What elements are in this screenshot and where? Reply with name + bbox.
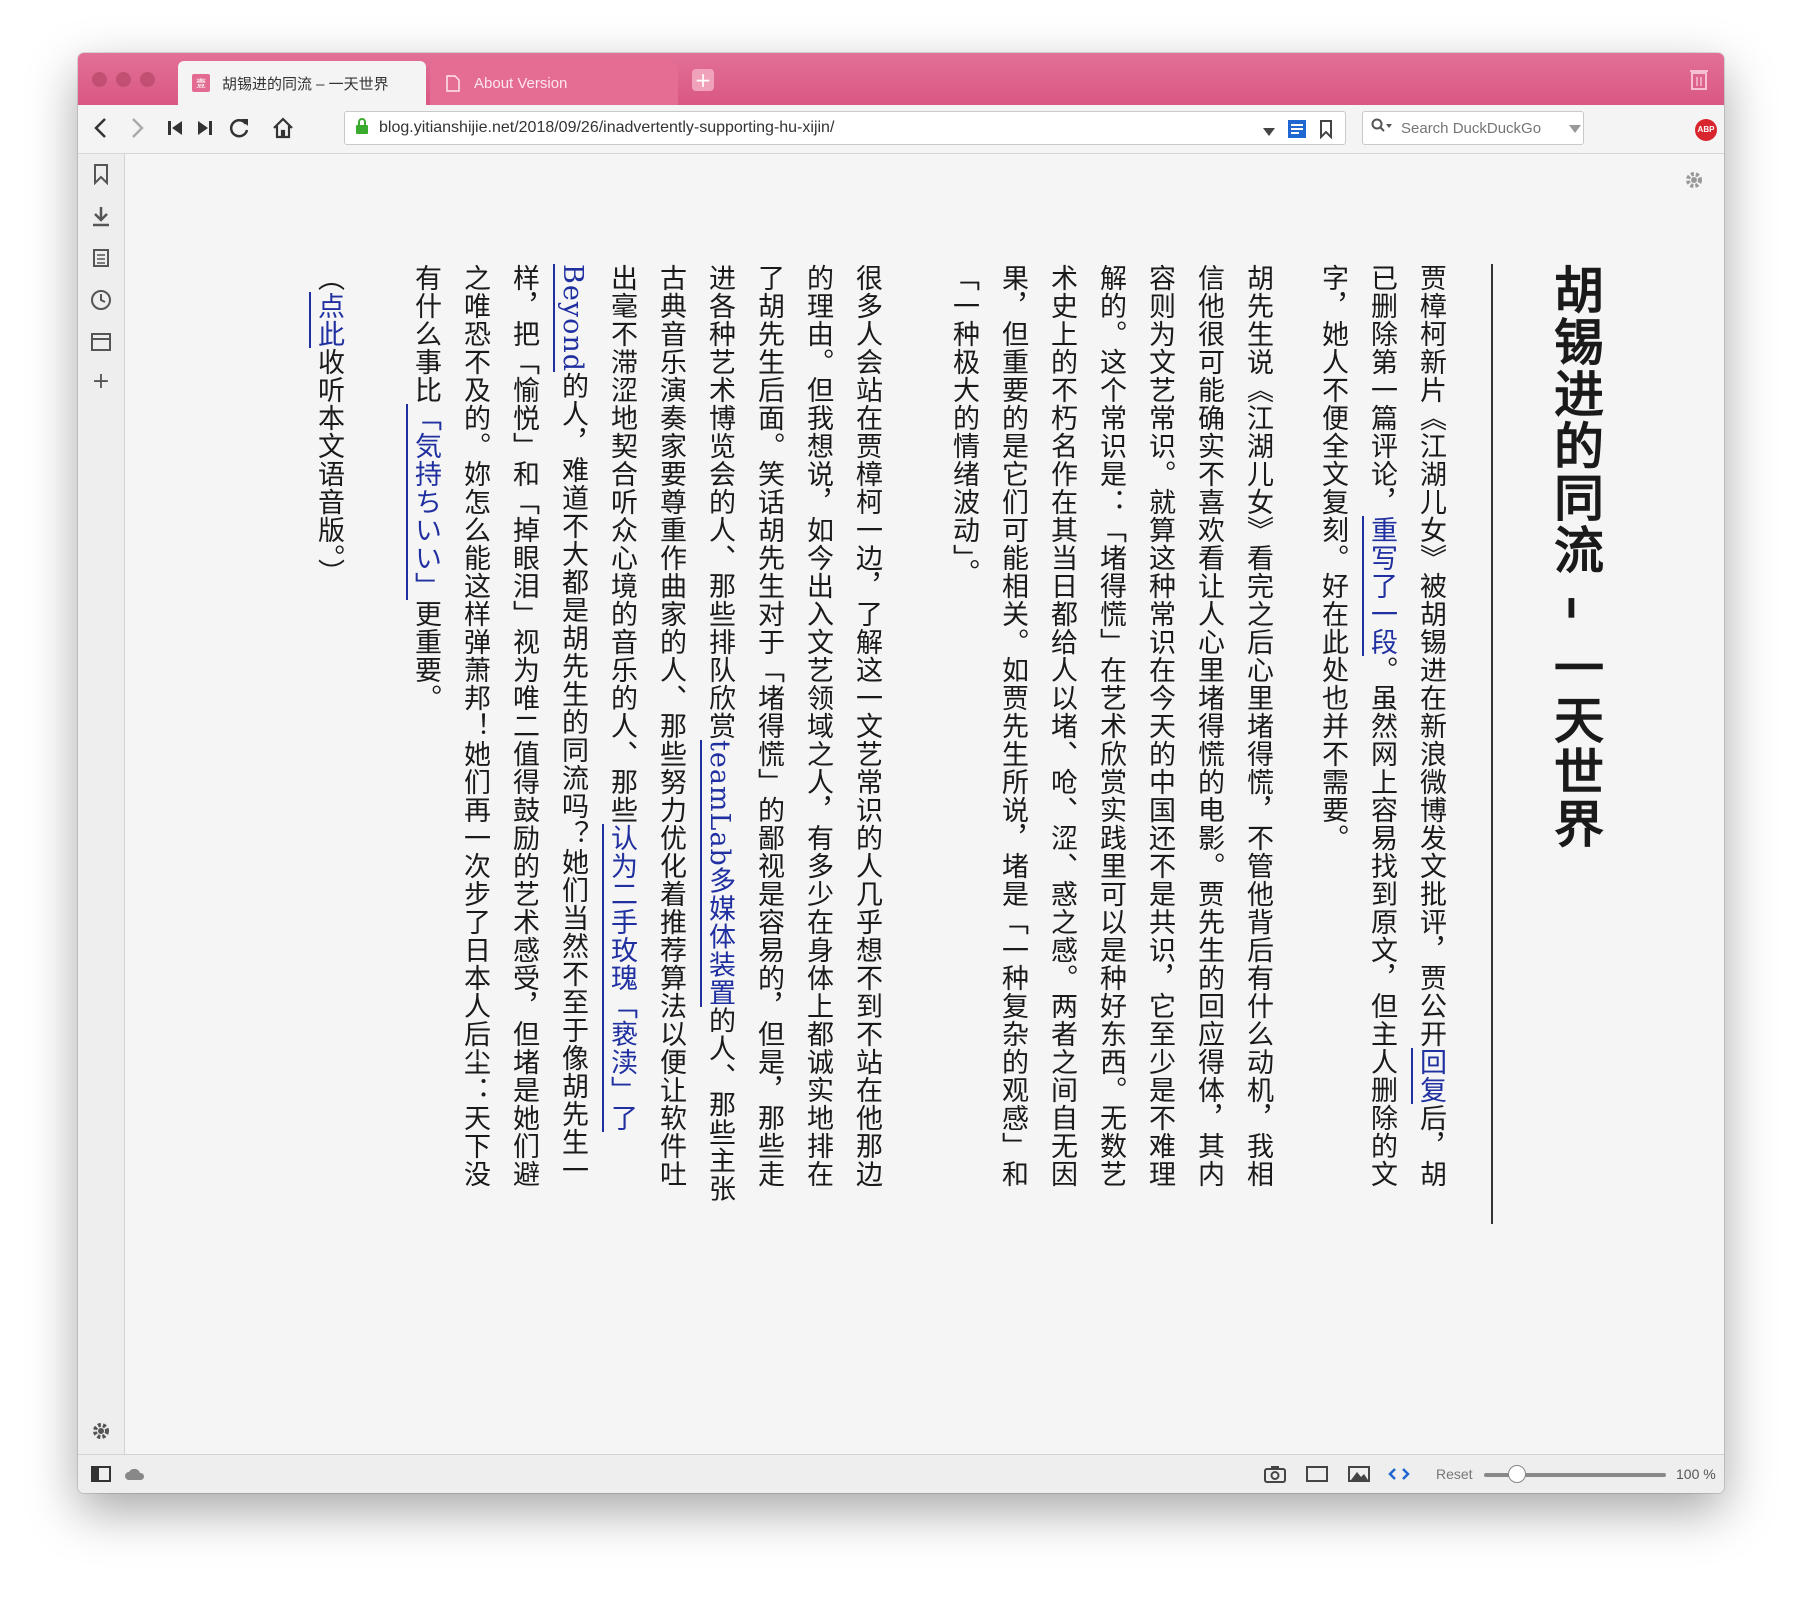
chevron-left-icon — [94, 118, 106, 138]
skip-back-icon — [168, 121, 182, 135]
status-bar: Reset 100 % — [78, 1454, 1724, 1493]
web-page-content: 胡锡进的同流 – 一天世界 贾樟柯新片《江湖儿女》被胡锡进在新浪微博发文批评，贾… — [125, 154, 1724, 1454]
close-window-button[interactable] — [92, 72, 107, 87]
reader-settings-gear-icon[interactable] — [1684, 170, 1704, 190]
side-panel: + — [78, 154, 125, 1454]
back-button[interactable] — [86, 113, 116, 143]
home-icon — [273, 117, 293, 139]
tab-bar: 壹 胡锡进的同流 – 一天世界 About Version + — [78, 53, 1724, 105]
navigation-bar: blog.yitianshijie.net/2018/09/26/inadver… — [78, 105, 1724, 154]
url-text: blog.yitianshijie.net/2018/09/26/inadver… — [379, 119, 835, 136]
article-paragraph-3: 很多人会站在贾樟柯一边，了解这一文艺常识的人几乎想不到不站在他那边的理由。但我想… — [401, 264, 891, 1214]
images-icon[interactable] — [1348, 1465, 1370, 1483]
reload-icon — [229, 119, 249, 138]
article-paragraph-2: 胡先生说《江湖儿女》看完之后心里堵得慌，不管他背后有什么动机，我相信他很可能确实… — [948, 264, 1273, 1188]
tab-title: 胡锡进的同流 – 一天世界 — [222, 75, 389, 93]
trash-icon[interactable] — [1688, 67, 1710, 91]
reload-button[interactable] — [224, 113, 254, 143]
new-tab-button[interactable]: + — [692, 69, 714, 91]
panel-toggle-icon[interactable] — [90, 1465, 112, 1483]
home-button[interactable] — [268, 113, 298, 143]
settings-gear-icon[interactable] — [89, 1419, 113, 1443]
fast-forward-button[interactable] — [190, 113, 220, 143]
zoom-reset-button[interactable]: Reset — [1436, 1466, 1473, 1482]
tab-active[interactable]: 壹 胡锡进的同流 – 一天世界 — [178, 61, 426, 105]
window-panel-icon[interactable] — [89, 330, 113, 354]
text-run: （ — [313, 264, 344, 292]
audio-version-note: （点此收听本文语音版。） — [304, 264, 353, 1214]
adblock-icon[interactable]: ABP — [1695, 119, 1717, 141]
svg-text:壹: 壹 — [196, 77, 206, 90]
article-paragraph-1: 贾樟柯新片《江湖儿女》被胡锡进在新浪微博发文批评，贾公开回复后，胡已删除第一篇评… — [1308, 264, 1455, 1214]
link-audio-version[interactable]: 点此 — [309, 292, 344, 348]
tab-about-version[interactable]: About Version — [430, 61, 678, 105]
tab-title: About Version — [474, 74, 568, 92]
site-favicon-icon: 壹 — [192, 74, 210, 92]
reader-view-icon[interactable] — [1287, 119, 1307, 143]
link-teamlab[interactable]: teamLab多媒体装置 — [700, 740, 735, 1007]
document-icon — [444, 74, 462, 92]
link-rewrite[interactable]: 重写了一段 — [1362, 516, 1397, 656]
bookmarks-panel-icon[interactable] — [89, 162, 113, 186]
text-run: 更重要。 — [410, 600, 441, 712]
address-bar[interactable]: blog.yitianshijie.net/2018/09/26/inadver… — [344, 111, 1346, 145]
zoom-window-button[interactable] — [140, 72, 155, 87]
search-icon — [1371, 118, 1393, 138]
text-run: 的人，难道不大都是胡先生的同流吗？她们当然不至于像胡先生一样，把「愉悦」和「掉眼… — [410, 264, 588, 1188]
article: 胡锡进的同流 – 一天世界 贾樟柯新片《江湖儿女》被胡锡进在新浪微博发文批评，贾… — [275, 264, 1605, 1224]
zoom-slider-handle[interactable] — [1508, 1465, 1526, 1483]
search-box[interactable] — [1362, 111, 1584, 145]
search-dropdown-icon[interactable] — [1569, 119, 1581, 138]
search-input[interactable] — [1399, 118, 1563, 138]
sync-cloud-icon[interactable] — [124, 1465, 146, 1483]
notes-panel-icon[interactable] — [89, 246, 113, 270]
downloads-panel-icon[interactable] — [89, 204, 113, 228]
rewind-button[interactable] — [160, 113, 190, 143]
browser-window: 壹 胡锡进的同流 – 一天世界 About Version + blog.yit… — [78, 53, 1724, 1493]
skip-forward-icon — [198, 121, 212, 135]
link-kimochi-ii[interactable]: 「気持ちいい」 — [406, 404, 441, 600]
dropdown-arrow-icon[interactable] — [1263, 122, 1275, 141]
zoom-level: 100 % — [1676, 1466, 1716, 1482]
tile-window-icon[interactable] — [1306, 1465, 1328, 1483]
page-actions-icon[interactable] — [1388, 1465, 1410, 1483]
bookmark-icon[interactable] — [1319, 119, 1333, 143]
text-run: 收听本文语音版。） — [313, 348, 344, 587]
link-reply[interactable]: 回复 — [1411, 1048, 1446, 1104]
article-title: 胡锡进的同流 – 一天世界 — [1491, 264, 1605, 1224]
lock-icon — [355, 117, 369, 139]
capture-camera-icon[interactable] — [1264, 1465, 1286, 1483]
chevron-right-icon — [132, 118, 144, 138]
forward-button[interactable] — [122, 113, 152, 143]
add-panel-icon[interactable]: + — [89, 370, 113, 394]
text-run: 贾樟柯新片《江湖儿女》被胡锡进在新浪微博发文批评，贾公开 — [1415, 264, 1446, 1048]
minimize-window-button[interactable] — [116, 72, 131, 87]
history-panel-icon[interactable] — [89, 288, 113, 312]
